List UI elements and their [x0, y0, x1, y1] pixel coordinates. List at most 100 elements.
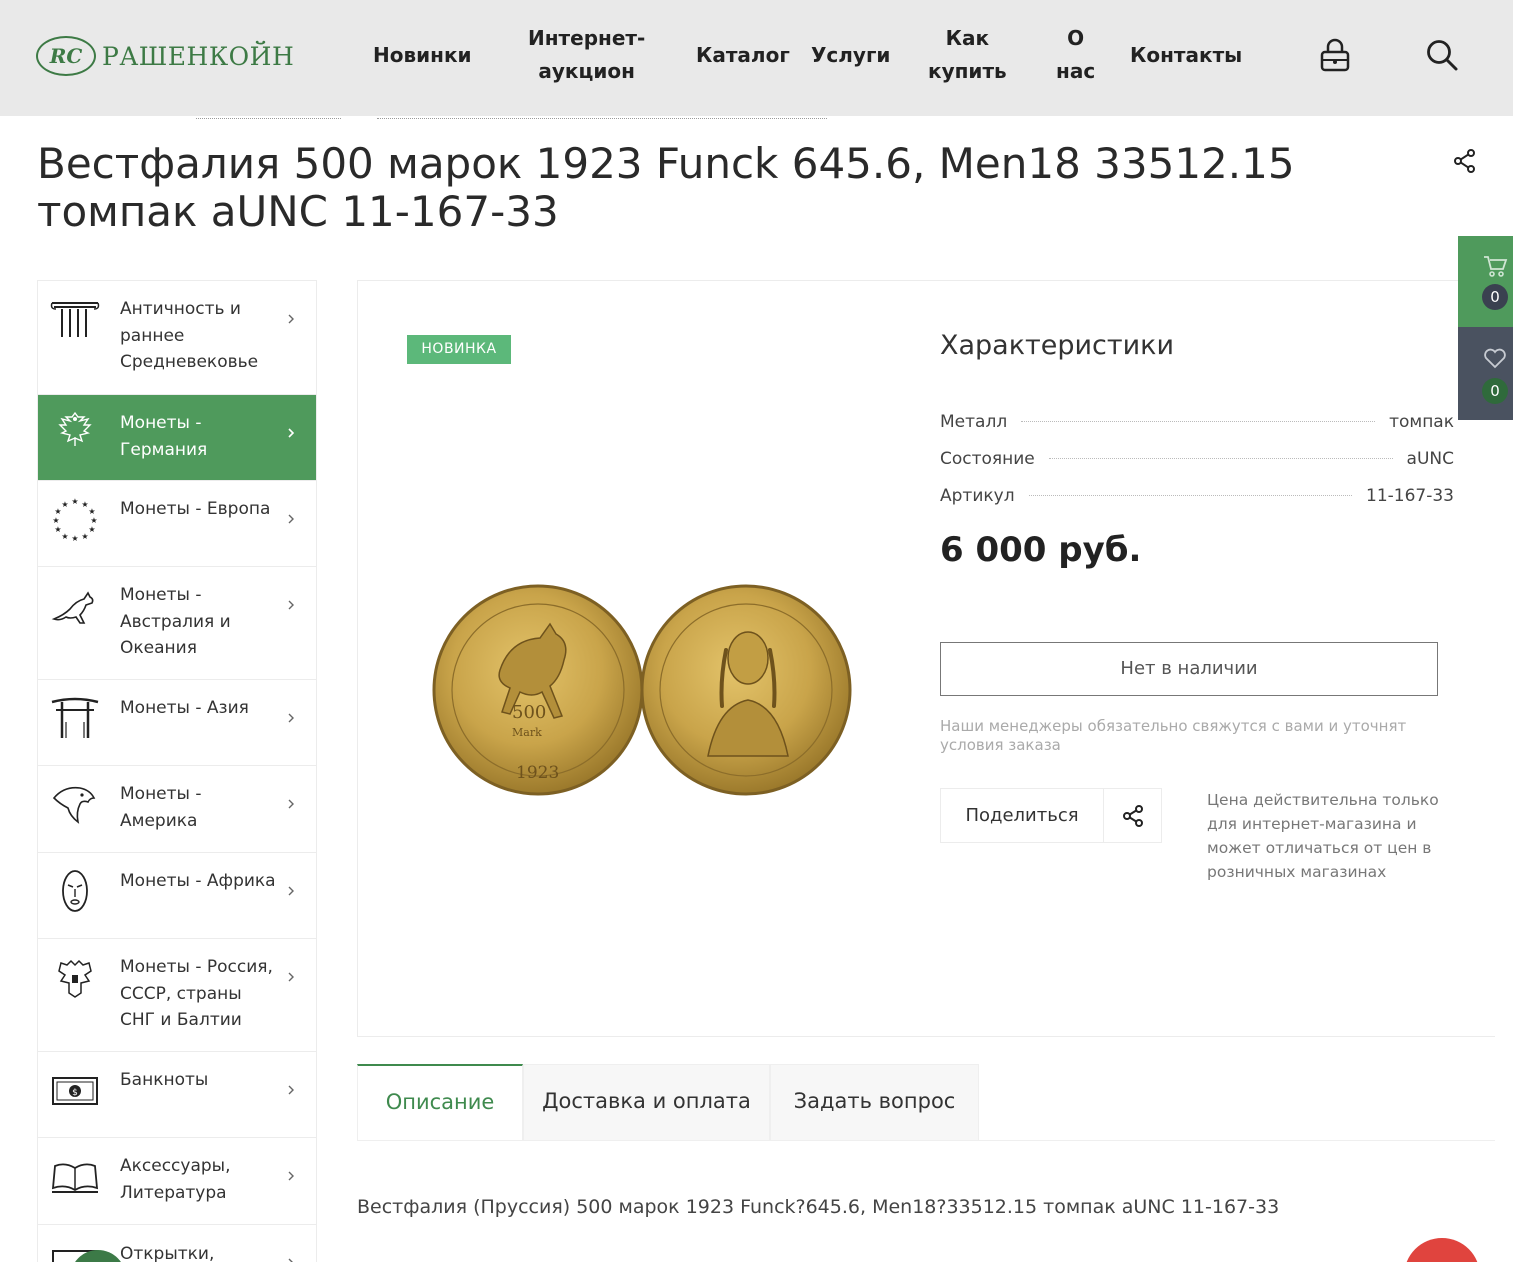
sidebar-item-america[interactable]: Монеты - Америка [38, 766, 316, 853]
sidebar-item-asia[interactable]: Монеты - Азия [38, 680, 316, 766]
nav-label: О [1067, 26, 1085, 50]
nav-label: Каталог [696, 43, 790, 67]
svg-text:★: ★ [61, 500, 68, 509]
svg-text:★: ★ [90, 516, 97, 525]
site-logo[interactable]: RC РАШЕНКОЙН [36, 36, 294, 76]
breadcrumb-fragment[interactable] [196, 118, 341, 122]
chevron-right-icon [288, 514, 294, 524]
tab-ask-question[interactable]: Задать вопрос [770, 1064, 979, 1141]
nav-label: нас [1056, 59, 1096, 83]
characteristics-list: Металл томпак Состояние aUNC Артикул 11-… [940, 403, 1454, 514]
sidebar-item-russia[interactable]: Монеты - Россия, СССР, страны СНГ и Балт… [38, 939, 316, 1052]
svg-text:★: ★ [61, 532, 68, 541]
product-image[interactable]: 500 Mark 1923 [430, 580, 854, 800]
cart-icon [1484, 256, 1508, 277]
manager-note: Наши менеджеры обязательно свяжутся с ва… [940, 717, 1407, 754]
sidebar-item-banknotes[interactable]: $ Банкноты [38, 1052, 316, 1138]
dotted-leader [1048, 458, 1393, 459]
nav-item-new[interactable]: Новинки [373, 39, 472, 72]
lock-icon[interactable] [1318, 38, 1352, 72]
nav-item-auction[interactable]: Интернет- аукцион [528, 22, 645, 88]
nav-label: Интернет- [528, 26, 646, 50]
sidebar-item-germany[interactable]: Монеты - Германия [38, 395, 316, 481]
svg-text:★: ★ [81, 532, 88, 541]
sidebar-item-label: Монеты - Австралия и Океания [120, 585, 231, 658]
sidebar-item-africa[interactable]: Монеты - Африка [38, 853, 316, 939]
sidebar-item-europe[interactable]: ★ ★ ★ ★ ★ ★ ★ ★ ★ ★ ★ ★ Монеты - Европа [38, 481, 316, 567]
characteristics-title: Характеристики [940, 330, 1175, 361]
sidebar-item-label: Монеты - Америка [120, 784, 202, 831]
book-icon [51, 1163, 99, 1193]
search-icon[interactable] [1425, 38, 1459, 72]
svg-text:★: ★ [54, 525, 61, 534]
page-title: Вестфалия 500 марок 1923 Funck 645.6, Me… [37, 139, 1295, 236]
sidebar-item-label: Монеты - Германия [120, 413, 208, 460]
price-note: Цена действительна только для интернет-м… [1207, 791, 1439, 881]
svg-text:★: ★ [88, 525, 95, 534]
tab-description[interactable]: Описание [357, 1064, 523, 1141]
char-label: Состояние [940, 448, 1035, 469]
cart-count-badge: 0 [1482, 284, 1508, 310]
sidebar-item-label: Монеты - Европа [120, 499, 271, 519]
chevron-right-icon [288, 314, 294, 324]
tab-delivery-payment[interactable]: Доставка и оплата [523, 1064, 770, 1141]
logo-mark: RC [36, 36, 96, 76]
nav-label: купить [928, 59, 1007, 83]
dotted-leader [1021, 421, 1376, 422]
sidebar-item-antiquity[interactable]: Античность и раннее Средневековье [38, 281, 316, 395]
mask-icon [62, 870, 88, 912]
svg-text:★: ★ [52, 516, 59, 525]
tabs-divider [357, 1140, 1495, 1141]
eagle-head-icon [52, 786, 96, 824]
column-icon [50, 302, 100, 337]
share-icon[interactable] [1452, 148, 1478, 174]
coin-year: 1923 [516, 763, 559, 783]
nav-item-about[interactable]: О нас [1056, 22, 1095, 88]
nav-item-services[interactable]: Услуги [811, 39, 890, 72]
coin-unit: Mark [512, 726, 542, 739]
chevron-right-icon [288, 600, 294, 610]
sidebar-item-australia-oceania[interactable]: Монеты - Австралия и Океания [38, 567, 316, 680]
chevron-right-icon [288, 1258, 293, 1262]
nav-label: Как [945, 26, 990, 50]
chevron-right-icon [288, 713, 294, 723]
char-value: 11-167-33 [1366, 485, 1454, 506]
char-label: Артикул [940, 485, 1015, 506]
favorites-count-badge: 0 [1482, 378, 1508, 404]
coin-obverse: 500 Mark 1923 [432, 584, 644, 796]
nav-item-catalog[interactable]: Каталог [696, 39, 790, 72]
chevron-right-icon [288, 1171, 294, 1181]
nav-label: аукцион [538, 59, 635, 83]
coin-reverse [640, 584, 852, 796]
logo-text: РАШЕНКОЙН [102, 41, 295, 71]
sidebar-item-label: Античность и раннее Средневековье [120, 299, 259, 372]
char-value: томпак [1389, 411, 1454, 432]
breadcrumb-fragment[interactable] [377, 118, 827, 122]
eu-stars-icon: ★ ★★★ ★★★★ ★★★★ [52, 497, 97, 541]
site-header: RC РАШЕНКОЙН Новинки Интернет- аукцион К… [0, 0, 1513, 116]
dotted-leader [1028, 495, 1353, 496]
nav-item-how-to-buy[interactable]: Как купить [928, 22, 1007, 88]
torii-gate-icon [51, 697, 99, 738]
floating-favorites[interactable]: 0 [1458, 327, 1513, 420]
product-description: Вестфалия (Пруссия) 500 марок 1923 Funck… [357, 1196, 1280, 1218]
share-button[interactable]: Поделиться [940, 788, 1162, 843]
sidebar-item-label: Банкноты [120, 1070, 209, 1090]
char-label: Металл [940, 411, 1008, 432]
char-value: aUNC [1406, 448, 1454, 469]
nav-label: Услуги [811, 43, 891, 67]
chevron-right-icon [288, 1085, 294, 1095]
heart-icon [1484, 348, 1506, 369]
out-of-stock-button[interactable]: Нет в наличии [940, 642, 1438, 696]
share-button-label: Поделиться [965, 805, 1079, 826]
sidebar-item-label: Аксессуары, Литература [120, 1156, 231, 1203]
chevron-right-icon [288, 972, 294, 982]
sidebar-item-label: Монеты - Азия [120, 698, 249, 718]
product-price: 6 000 руб. [940, 530, 1142, 570]
nav-item-contacts[interactable]: Контакты [1130, 39, 1242, 72]
floating-cart[interactable]: 0 [1458, 236, 1513, 327]
eagle-crest-icon [58, 411, 92, 446]
sidebar-item-accessories[interactable]: Аксессуары, Литература [38, 1138, 316, 1225]
share-icon [1123, 805, 1143, 827]
chat-widget-button[interactable] [1404, 1238, 1480, 1262]
